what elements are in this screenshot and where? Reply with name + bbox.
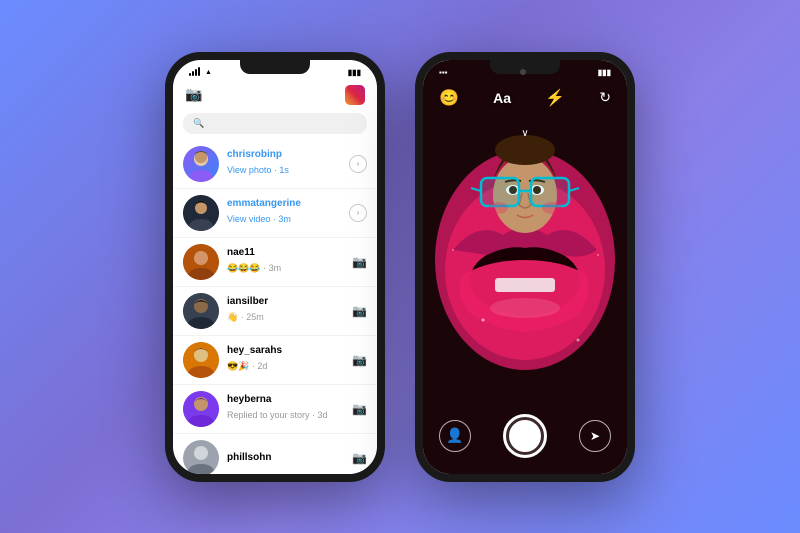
dm-preview: View photo · 1s <box>227 165 289 175</box>
instagram-icon[interactable] <box>345 85 365 105</box>
dm-info-chrisrobinp: chrisrobinp View photo · 1s <box>227 149 341 178</box>
dm-info-nae11: nae11 😂😂😂 · 3m <box>227 247 344 276</box>
dm-username: emmatangerine <box>227 198 341 209</box>
battery-icon: ▮▮▮ <box>348 68 361 77</box>
dm-preview: View video · 3m <box>227 214 291 224</box>
dm-action-camera[interactable]: 📷 <box>352 255 367 269</box>
dm-item-heyberna[interactable]: heyberna Replied to your story · 3d 📷 <box>173 385 377 434</box>
dm-action-camera[interactable]: 📷 <box>352 353 367 367</box>
dm-username: nae11 <box>227 247 344 258</box>
dm-info-emmatangerine: emmatangerine View video · 3m <box>227 198 341 227</box>
dm-info-hey_sarahs: hey_sarahs 😎🎉 · 2d <box>227 345 344 374</box>
avatar-nae11 <box>183 244 219 280</box>
status-notch <box>520 69 526 75</box>
dm-item-chrisrobinp[interactable]: chrisrobinp View photo · 1s › <box>173 140 377 189</box>
dm-info-phillsohn: phillsohn <box>227 452 344 463</box>
signal-icon <box>189 68 200 76</box>
right-phone-screen: ▪▪▪ ▮▮▮ 😊 Aa ⚡ ↻ ∨ 👤 ➤ <box>423 60 627 474</box>
dm-preview: Replied to your story · 3d <box>227 410 328 420</box>
status-bar-left: ▲ ▮▮▮ <box>173 60 377 81</box>
dm-item-phillsohn[interactable]: phillsohn 📷 <box>173 434 377 474</box>
dm-item-hey_sarahs[interactable]: hey_sarahs 😎🎉 · 2d 📷 <box>173 336 377 385</box>
left-phone-screen: ▲ ▮▮▮ 📷 🔍 <box>173 60 377 474</box>
dm-username: iansilber <box>227 296 344 307</box>
left-phone: ▲ ▮▮▮ 📷 🔍 <box>165 52 385 482</box>
chevron-down[interactable]: ∨ <box>521 128 528 139</box>
flash-icon[interactable]: ⚡ <box>545 88 565 108</box>
dm-action-camera[interactable]: 📷 <box>352 402 367 416</box>
dm-username: chrisrobinp <box>227 149 341 160</box>
avatar-hey_sarahs <box>183 342 219 378</box>
text-mode-icon[interactable]: Aa <box>493 90 511 106</box>
flip-camera-icon[interactable]: ↻ <box>599 89 611 106</box>
dm-item-emmatangerine[interactable]: emmatangerine View video · 3m › <box>173 189 377 238</box>
dm-username: heyberna <box>227 394 344 405</box>
shutter-button[interactable] <box>503 414 547 458</box>
status-bar-right: ▪▪▪ ▮▮▮ <box>423 60 627 81</box>
avatar-chrisrobinp <box>183 146 219 182</box>
right-phone: ▪▪▪ ▮▮▮ 😊 Aa ⚡ ↻ ∨ 👤 ➤ <box>415 52 635 482</box>
dm-action-camera[interactable]: 📷 <box>352 451 367 465</box>
face-icon[interactable]: 😊 <box>439 88 459 108</box>
avatar-heyberna <box>183 391 219 427</box>
battery-right: ▮▮▮ <box>598 68 611 77</box>
status-dots: ▪▪▪ <box>439 68 448 77</box>
profile-switch-icon[interactable]: 👤 <box>439 420 471 452</box>
dm-username: phillsohn <box>227 452 344 463</box>
avatar-phillsohn <box>183 440 219 474</box>
avatar-emmatangerine <box>183 195 219 231</box>
camera-bottom-bar: 👤 ➤ <box>423 406 627 474</box>
search-icon: 🔍 <box>193 118 204 129</box>
avatar-iansilber <box>183 293 219 329</box>
dm-item-nae11[interactable]: nae11 😂😂😂 · 3m 📷 <box>173 238 377 287</box>
dm-action-circle[interactable]: › <box>349 204 367 222</box>
dm-action-camera[interactable]: 📷 <box>352 304 367 318</box>
dm-preview: 😂😂😂 · 3m <box>227 263 281 273</box>
dm-info-iansilber: iansilber 👋 · 25m <box>227 296 344 325</box>
dm-preview: 😎🎉 · 2d <box>227 361 267 371</box>
dm-item-iansilber[interactable]: iansilber 👋 · 25m 📷 <box>173 287 377 336</box>
dm-info-heyberna: heyberna Replied to your story · 3d <box>227 394 344 423</box>
send-icon[interactable]: ➤ <box>579 420 611 452</box>
dm-list: chrisrobinp View photo · 1s › <box>173 140 377 474</box>
dm-username: hey_sarahs <box>227 345 344 356</box>
wifi-icon: ▲ <box>205 69 212 76</box>
direct-header: 📷 <box>173 81 377 111</box>
camera-icon[interactable]: 📷 <box>185 86 202 103</box>
status-left: ▲ <box>189 68 212 76</box>
search-bar[interactable]: 🔍 <box>183 113 367 134</box>
dm-action-circle[interactable]: › <box>349 155 367 173</box>
dm-preview: 👋 · 25m <box>227 312 264 322</box>
shutter-inner <box>509 420 541 452</box>
